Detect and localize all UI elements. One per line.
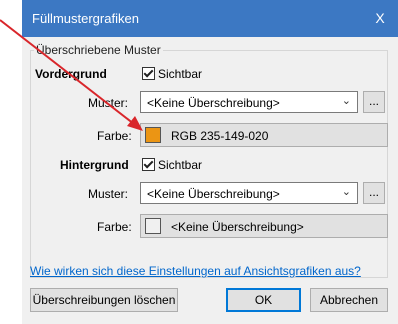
annotation-arrow-head	[127, 116, 143, 131]
annotation-arrow-line	[0, 19, 135, 125]
annotation-arrow	[0, 19, 143, 131]
